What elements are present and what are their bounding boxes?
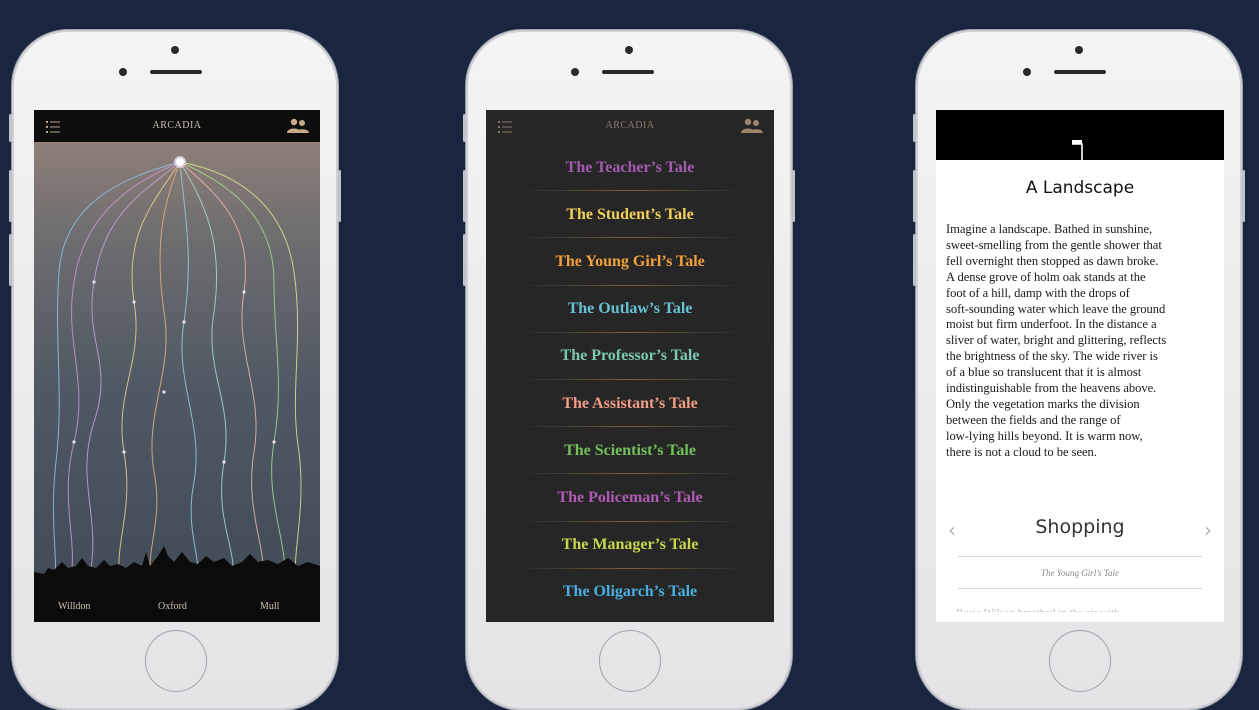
tale-label: The Manager’s Tale [561,536,699,554]
story-line: moist but firm underfoot. In the distanc… [946,317,1157,332]
chevron-right-icon[interactable]: › [1204,518,1212,542]
mute-switch [9,114,12,142]
phone-tale-list: ARCADIA The Teacher’s Tale The Student’s… [463,30,795,710]
people-icon[interactable] [286,118,310,139]
story-line: Imagine a landscape. Bathed in sunshine, [946,222,1153,236]
earpiece-speaker [602,70,654,74]
tale-label: The Policeman’s Tale [557,488,703,506]
tale-item[interactable]: The Assistant’s Tale [486,380,774,428]
location-label[interactable]: Mull [260,601,279,612]
mute-switch [463,114,466,142]
next-section-text: Rosie Wilson breathed in the air with [956,602,1214,612]
story-line: indistinguishable from the heavens above… [946,381,1157,396]
home-button[interactable] [1049,630,1111,692]
tale-item[interactable]: The Student’s Tale [486,191,774,239]
tale-list: The Teacher’s Tale The Student’s Tale Th… [486,144,774,616]
tale-label: The Young Girl’s Tale [555,252,705,270]
phone-story: A Landscape Imagine a landscape. Bathed … [913,30,1245,710]
earpiece-speaker [1054,70,1106,74]
volume-down-button [913,234,916,286]
chapter-nav: ‹ Shopping › [936,514,1224,544]
story-title: A Landscape [1025,178,1135,198]
tale-label: The Assistant’s Tale [562,394,698,412]
home-button[interactable] [599,630,661,692]
tale-item[interactable]: The Professor’s Tale [486,333,774,381]
tale-item[interactable]: The Scientist’s Tale [486,427,774,475]
volume-down-button [9,234,12,286]
front-camera [625,46,633,54]
divider [958,588,1202,589]
volume-down-button [463,234,466,286]
chapter-label[interactable]: Shopping [936,516,1224,538]
tale-label: The Teacher’s Tale [565,158,695,176]
power-button [1242,170,1245,222]
start-node[interactable] [174,156,186,168]
people-icon[interactable] [740,118,764,139]
app-title: ARCADIA [152,120,202,131]
story-line: fell overnight then stopped as dawn brok… [946,253,1159,268]
story-line: between the fields and the range of [946,412,1121,427]
power-button [338,170,341,222]
screen: ARCADIA The Teacher’s Tale The Student’s… [486,110,774,622]
city-skyline [34,546,320,594]
front-camera [1075,46,1083,54]
location-bar: Willdon Oxford Mull [34,594,320,622]
top-bar: ARCADIA [34,110,320,142]
tale-item[interactable]: The Teacher’s Tale [486,144,774,192]
story-line: there is not a cloud to be seen. [946,444,1097,459]
earpiece-speaker [150,70,202,74]
sensor [119,68,127,76]
tale-label: The Oligarch’s Tale [562,583,698,601]
story-line: foot of a hill, damp with the drops of [946,285,1130,300]
location-label[interactable]: Willdon [58,601,90,612]
home-button[interactable] [145,630,207,692]
front-camera [171,46,179,54]
story-line: A dense grove of holm oak stands at the [946,269,1146,284]
tale-caption: The Young Girl’s Tale [1041,568,1119,578]
screen: ARCADIA Willdon Oxford Mull [34,110,320,622]
story-line: low-lying hills beyond. It is warm now, [946,428,1143,443]
story-line: soft-sounding water which leave the grou… [946,301,1166,316]
sensor [571,68,579,76]
volume-up-button [9,170,12,222]
volume-up-button [913,170,916,222]
screen: A Landscape Imagine a landscape. Bathed … [936,110,1224,622]
story-line: the brightness of the sky. The wide rive… [946,349,1158,364]
phone-map: ARCADIA Willdon Oxford Mull [9,30,341,710]
tale-item[interactable]: The Outlaw’s Tale [486,286,774,333]
top-bar: ARCADIA [486,110,774,142]
story-line: Only the vegetation marks the division [946,396,1140,411]
tale-item[interactable]: The Policeman’s Tale [486,474,774,522]
story-line: sweet-smelling from the gentle shower th… [946,237,1162,252]
story-map[interactable] [34,142,320,594]
tale-item[interactable]: The Oligarch’s Tale [486,569,774,616]
tale-item[interactable]: The Young Girl’s Tale [486,238,774,286]
sensor [1023,68,1031,76]
tale-label: The Outlaw’s Tale [567,300,693,318]
volume-up-button [463,170,466,222]
story-line: sliver of water, bright and glittering, … [946,333,1167,348]
tale-label: The Professor’s Tale [560,347,700,365]
bookmark-icon[interactable] [1072,140,1086,167]
location-label[interactable]: Oxford [158,601,187,612]
story-text: Imagine a landscape. Bathed in sunshine,… [946,222,1218,461]
story-paths [34,156,320,594]
power-button [792,170,795,222]
story-line: of a blue so translucent that it is almo… [946,365,1142,380]
app-title: ARCADIA [605,120,655,131]
mute-switch [913,114,916,142]
tale-label: The Student’s Tale [566,205,694,223]
tale-item[interactable]: The Manager’s Tale [486,522,774,569]
tale-label: The Scientist’s Tale [564,441,696,459]
divider [958,556,1202,557]
